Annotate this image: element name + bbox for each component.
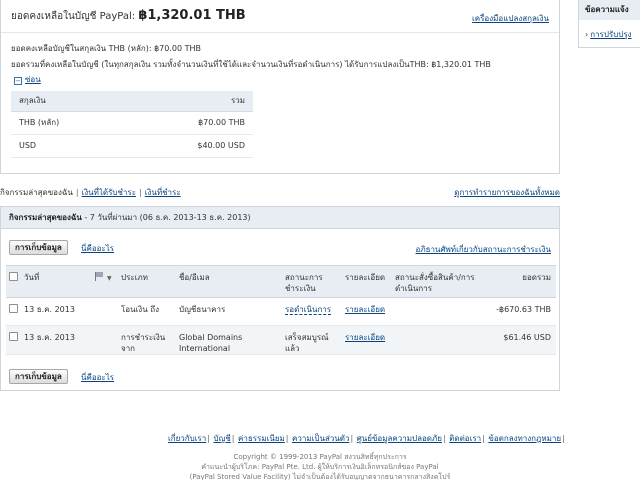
col-name-email[interactable]: ชื่อ/อีเมล: [176, 265, 282, 298]
row-details-link[interactable]: รายละเอียด: [345, 305, 385, 314]
footer-notice-line1: คำแนะนำผู้บริโภค: PayPal Pte. Ltd. ผู้ให…: [201, 463, 439, 471]
currency-row: THB (หลัก) ฿70.00 THB: [11, 111, 253, 135]
table-header-row: วันที่ ▼ ประเภท ชื่อ/อีเมล สถานะการชำระเ…: [6, 265, 556, 298]
row-order-status: [392, 297, 482, 326]
row-date: 13 ธ.ค. 2013: [21, 325, 91, 355]
col-details: รายละเอียด: [342, 265, 392, 298]
currency-cell: USD: [11, 134, 125, 158]
footer-links: เกี่ยวกับเรา| บัญชี| ค่าธรรมเนียม| ความเ…: [168, 434, 565, 443]
table-row: 13 ธ.ค. 2013 โอนเงิน ถึง บัญชีธนาคาร รอด…: [6, 297, 556, 326]
balance-label: ยอดคงเหลือในบัญชี PayPal:: [11, 11, 136, 22]
row-amount: -฿670.63 THB: [482, 297, 556, 326]
footer-notice-line2: (PayPal Stored Value Facility) ไม่จำเป็น…: [189, 473, 451, 480]
tab-payments-received[interactable]: เงินที่ได้รับชำระ: [82, 188, 137, 197]
notifications-panel: ข้อความแจ้ง › การปรับปรุง: [578, 0, 640, 48]
total-header: รวม: [124, 91, 253, 112]
hide-toggle[interactable]: − ซ่อน: [14, 73, 41, 86]
activity-tabs: กิจกรรมล่าสุดของฉัน | เงินที่ได้รับชำระ | เง…: [0, 186, 560, 199]
row-order-status: [392, 325, 482, 355]
currency-cell: THB (หลัก): [11, 111, 125, 135]
table-row: 13 ธ.ค. 2013 การชำระเงิน จาก Global Doma…: [6, 325, 556, 355]
divider: [1, 32, 559, 33]
row-name: บัญชีธนาคาร: [176, 297, 282, 326]
whats-this-link-bottom[interactable]: นี่คืออะไร: [81, 371, 114, 384]
balance-panel: ยอดคงเหลือในบัญชี PayPal: ฿1,320.01 THB …: [0, 0, 560, 174]
transactions-table: วันที่ ▼ ประเภท ชื่อ/อีเมล สถานะการชำระเ…: [6, 265, 556, 355]
view-all-transactions-link[interactable]: ดูการทำรายการของฉันทั้งหมด: [454, 186, 560, 199]
flag-icon[interactable]: [94, 272, 106, 281]
select-all-checkbox[interactable]: [9, 272, 18, 281]
archive-button-bottom[interactable]: การเก็บข้อมูล: [9, 369, 68, 384]
tab-payments-sent[interactable]: เงินที่ชำระ: [145, 188, 181, 197]
footer-link-fees[interactable]: ค่าธรรมเนียม: [238, 434, 285, 443]
whats-this-link[interactable]: นี่คืออะไร: [81, 242, 114, 255]
total-balance-text: ยอดรวมที่คงเหลือในบัญชี (ในทุกสกุลเงิน ร…: [11, 60, 491, 69]
notification-link[interactable]: การปรับปรุง: [590, 30, 631, 39]
footer-link-privacy[interactable]: ความเป็นส่วนตัว: [292, 434, 349, 443]
recent-activity-panel: กิจกรรมล่าสุดของฉัน - 7 วันที่ผ่านมา (06…: [0, 206, 560, 391]
hide-link[interactable]: ซ่อน: [25, 75, 41, 84]
tab-my-activity[interactable]: กิจกรรมล่าสุดของฉัน: [0, 188, 73, 197]
balance-heading: ยอดคงเหลือในบัญชี PayPal: ฿1,320.01 THB: [11, 8, 246, 24]
row-details-link[interactable]: รายละเอียด: [345, 333, 385, 342]
collapse-icon[interactable]: −: [14, 77, 22, 85]
total-cell: $40.00 USD: [124, 134, 253, 158]
currency-header: สกุลเงิน: [11, 91, 125, 112]
activity-subtitle: - 7 วันที่ผ่านมา (06 ธ.ค. 2013-13 ธ.ค. 2…: [81, 213, 251, 222]
footer-link-contact[interactable]: ติดต่อเรา: [449, 434, 481, 443]
footer-copyright: Copyright © 1999-2013 PayPal สงวนสิทธิ์ท…: [233, 453, 407, 461]
currency-row: USD $40.00 USD: [11, 134, 253, 158]
footer-link-account[interactable]: บัญชี: [213, 434, 230, 443]
row-type: โอนเงิน ถึง: [118, 297, 176, 326]
primary-balance-text: ยอดคงเหลือบัญชีในสกุลเงิน THB (หลัก): ฿7…: [11, 44, 201, 53]
row-amount: $61.46 USD: [482, 325, 556, 355]
row-status: เสร็จสมบูรณ์แล้ว: [282, 325, 342, 355]
payment-status-glossary-link[interactable]: อภิธานศัพท์เกี่ยวกับสถานะการชำระเงิน: [416, 243, 551, 256]
col-order-status: สถานะสั่งซื้อสินค้า/การดำเนินการ: [392, 265, 482, 298]
total-cell: ฿70.00 THB: [124, 111, 253, 135]
col-type[interactable]: ประเภท: [118, 265, 176, 298]
chevron-down-icon[interactable]: ▼: [107, 275, 112, 282]
row-name: Global Domains International: [176, 325, 282, 355]
activity-header: กิจกรรมล่าสุดของฉัน - 7 วันที่ผ่านมา (06…: [1, 207, 559, 229]
currency-converter-link[interactable]: เครื่องมือแปลงสกุลเงิน: [472, 12, 549, 25]
row-checkbox[interactable]: [9, 332, 18, 341]
row-type: การชำระเงิน จาก: [118, 325, 176, 355]
col-date[interactable]: วันที่: [21, 265, 91, 298]
col-payment-status[interactable]: สถานะการชำระเงิน: [282, 265, 342, 298]
footer-link-about[interactable]: เกี่ยวกับเรา: [168, 434, 206, 443]
row-date: 13 ธ.ค. 2013: [21, 297, 91, 326]
row-checkbox[interactable]: [9, 304, 18, 313]
currency-table: สกุลเงิน รวม THB (หลัก) ฿70.00 THB USD $…: [11, 91, 253, 158]
archive-button[interactable]: การเก็บข้อมูล: [9, 240, 68, 255]
footer-link-security-center[interactable]: ศูนย์ข้อมูลความปลอดภัย: [357, 434, 442, 443]
row-status-link[interactable]: รอดำเนินการ: [285, 305, 332, 315]
chevron-right-icon: ›: [585, 30, 589, 39]
footer-link-legal[interactable]: ข้อตกลงทางกฎหมาย: [488, 434, 561, 443]
notification-item[interactable]: › การปรับปรุง: [579, 20, 640, 41]
balance-amount: ฿1,320.01 THB: [138, 8, 246, 23]
activity-title: กิจกรรมล่าสุดของฉัน: [9, 213, 82, 222]
col-gross[interactable]: ยอดรวม: [482, 265, 556, 298]
notifications-title: ข้อความแจ้ง: [579, 0, 640, 20]
